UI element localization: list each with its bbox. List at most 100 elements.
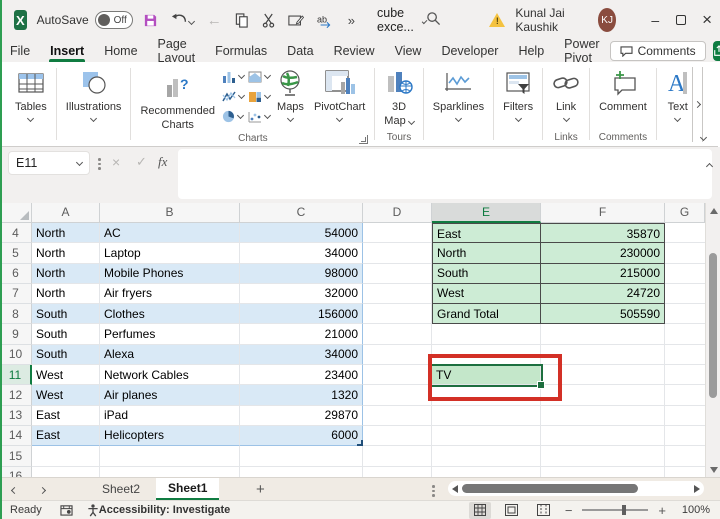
hierarchy-chart-button[interactable] — [246, 89, 272, 104]
illustrations-button[interactable]: Illustrations — [61, 65, 127, 146]
cell[interactable] — [665, 365, 705, 385]
recommended-charts-button[interactable]: ? Recommended Charts — [135, 65, 220, 133]
document-title[interactable]: cube exce... — [377, 6, 426, 34]
cell[interactable] — [363, 324, 432, 344]
cell[interactable] — [363, 406, 432, 426]
add-sheet-button[interactable]: + — [245, 478, 275, 500]
cell[interactable]: South — [32, 345, 100, 365]
cell[interactable] — [665, 467, 705, 477]
cell[interactable] — [665, 304, 705, 324]
scroll-up-icon[interactable] — [710, 208, 718, 214]
cell[interactable] — [665, 406, 705, 426]
save-icon[interactable] — [143, 13, 158, 28]
accessibility-status[interactable]: Accessibility: Investigate — [99, 504, 230, 516]
row-header[interactable]: 7 — [0, 284, 32, 304]
column-header-d[interactable]: D — [363, 203, 432, 223]
column-chart-button[interactable] — [220, 69, 246, 84]
back-arrow-icon[interactable]: ← — [207, 12, 222, 29]
cell[interactable]: AC — [100, 223, 240, 243]
cell[interactable]: South — [32, 304, 100, 324]
cell[interactable] — [665, 223, 705, 243]
cell[interactable]: North — [32, 284, 100, 304]
cell[interactable]: South — [32, 324, 100, 344]
cell[interactable] — [240, 446, 363, 466]
cell[interactable] — [665, 446, 705, 466]
formula-input[interactable]: =CUBEMEMBER("ThisWorkbookDataModel","[Ta… — [178, 149, 712, 199]
tab-insert[interactable]: Insert — [40, 40, 94, 62]
text-button[interactable]: A Text — [661, 65, 690, 146]
comments-button[interactable]: Comments — [610, 41, 706, 61]
column-header-f[interactable]: F — [541, 203, 665, 223]
zoom-level[interactable]: 100% — [676, 504, 710, 516]
cell[interactable] — [665, 284, 705, 304]
cell[interactable] — [363, 426, 432, 446]
zoom-out-button[interactable]: − — [565, 503, 573, 518]
page-layout-view-button[interactable] — [501, 502, 523, 519]
zoom-slider[interactable] — [582, 509, 648, 511]
cell[interactable] — [432, 446, 541, 466]
cell[interactable] — [363, 385, 432, 405]
cancel-formula-icon[interactable]: × — [112, 154, 120, 170]
cell[interactable]: 23400 — [240, 365, 363, 385]
cell[interactable]: 32000 — [240, 284, 363, 304]
cell[interactable]: North — [432, 243, 541, 263]
cell[interactable]: 6000 — [240, 426, 363, 446]
cell[interactable] — [363, 304, 432, 324]
row-header[interactable]: 5 — [0, 243, 32, 263]
cell[interactable]: iPad — [100, 406, 240, 426]
tab-data[interactable]: Data — [277, 40, 323, 62]
column-header-a[interactable]: A — [32, 203, 100, 223]
link-button[interactable]: Link — [547, 65, 585, 123]
cell[interactable] — [541, 426, 665, 446]
autosave-toggle[interactable]: Off — [95, 11, 133, 29]
zoom-in-button[interactable]: + — [658, 503, 666, 518]
scatter-chart-button[interactable] — [246, 109, 272, 124]
excel-app-icon[interactable]: X — [14, 10, 27, 30]
cell[interactable]: 1320 — [240, 385, 363, 405]
enter-formula-icon[interactable]: ✓ — [136, 154, 147, 170]
cell[interactable]: 215000 — [541, 264, 665, 284]
warning-icon[interactable]: ! — [489, 13, 505, 27]
cell[interactable] — [432, 467, 541, 477]
pivotchart-button[interactable]: PivotChart — [309, 65, 370, 123]
select-all-corner[interactable] — [0, 203, 32, 223]
cell[interactable]: West — [432, 284, 541, 304]
cell[interactable] — [432, 406, 541, 426]
row-header[interactable]: 6 — [0, 264, 32, 284]
comment-button[interactable]: Comment — [594, 65, 652, 115]
tab-formulas[interactable]: Formulas — [205, 40, 277, 62]
cell[interactable] — [541, 446, 665, 466]
share-button[interactable] — [713, 41, 720, 61]
horizontal-scrollbar-thumb[interactable] — [462, 484, 638, 493]
scroll-right-icon[interactable] — [694, 485, 700, 493]
cell[interactable]: East — [32, 406, 100, 426]
next-sheet-button[interactable] — [28, 478, 56, 500]
scroll-down-icon[interactable] — [710, 467, 718, 473]
cell[interactable] — [363, 223, 432, 243]
undo-icon[interactable] — [171, 13, 194, 27]
area-chart-button[interactable] — [246, 69, 272, 84]
cell[interactable]: 34000 — [240, 345, 363, 365]
cell[interactable]: 54000 — [240, 223, 363, 243]
cell[interactable]: Clothes — [100, 304, 240, 324]
cell[interactable]: 29870 — [240, 406, 363, 426]
cell[interactable] — [665, 243, 705, 263]
line-chart-button[interactable] — [220, 89, 246, 104]
cell[interactable]: North — [32, 223, 100, 243]
cell[interactable] — [363, 284, 432, 304]
cell[interactable]: 21000 — [240, 324, 363, 344]
user-name[interactable]: Kunal Jai Kaushik — [515, 6, 588, 34]
email-icon[interactable] — [288, 14, 304, 27]
cell[interactable]: 35870 — [541, 223, 665, 243]
name-box[interactable]: E11 — [8, 151, 90, 175]
page-break-view-button[interactable] — [533, 502, 555, 519]
macro-record-icon[interactable] — [60, 504, 73, 516]
cell[interactable] — [100, 467, 240, 477]
sheet-tab-sheet2[interactable]: Sheet2 — [86, 478, 156, 500]
cell[interactable] — [363, 467, 432, 477]
row-header[interactable]: 4 — [0, 223, 32, 243]
accessibility-icon[interactable] — [87, 504, 99, 517]
cell[interactable] — [541, 324, 665, 344]
tab-developer[interactable]: Developer — [431, 40, 508, 62]
table-resize-handle[interactable] — [357, 440, 363, 446]
